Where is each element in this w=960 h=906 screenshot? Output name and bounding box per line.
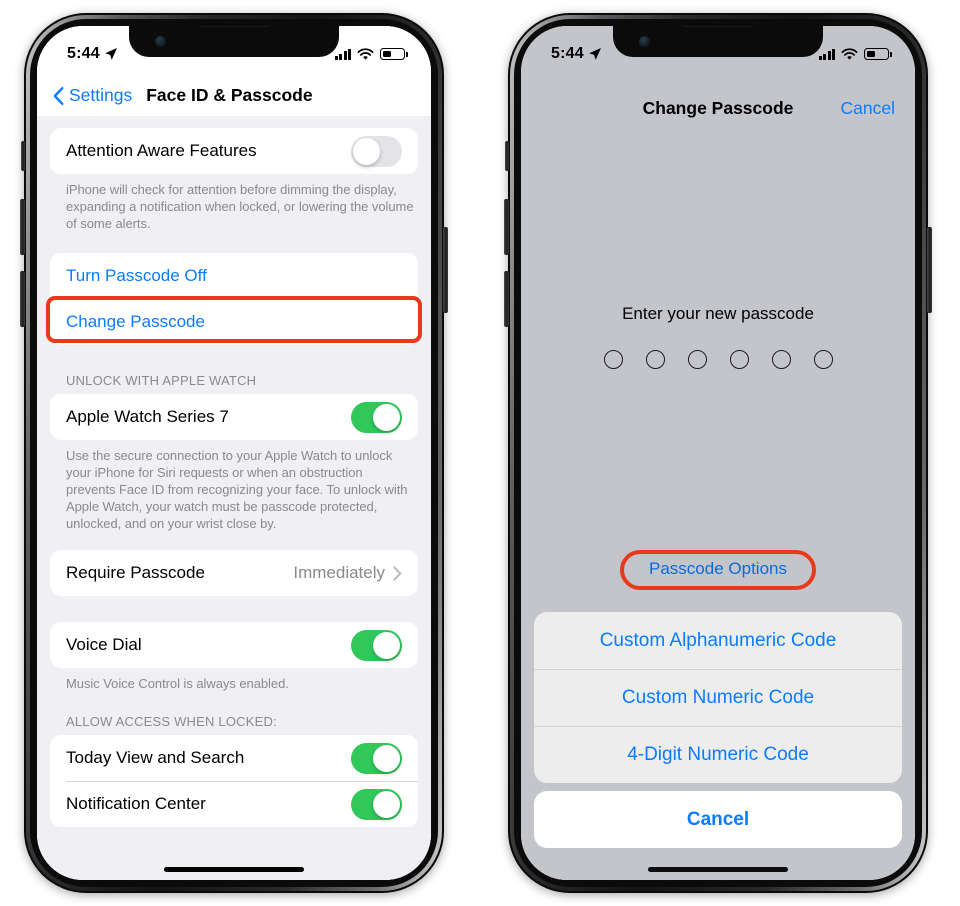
status-time: 5:44 [551,45,584,62]
battery-icon [864,48,892,60]
cellular-bars-icon [818,48,835,60]
silent-switch[interactable] [21,141,25,171]
chevron-right-icon [393,565,402,581]
change-passcode-page: 5:44 Change Passcode Cancel Enter your n… [521,26,915,880]
row-require-passcode[interactable]: Require Passcode Immediately [50,550,418,596]
row-label: Require Passcode [66,563,205,582]
earpiece-speaker-icon [197,26,271,27]
volume-down-button[interactable] [20,271,25,327]
status-indicators [334,47,408,61]
screenshot-stage: 5:44 Settings Face ID & Passcode Attenti… [0,0,960,906]
volume-up-button[interactable] [504,199,509,255]
left-screen: 5:44 Settings Face ID & Passcode Attenti… [37,26,431,880]
row-label: Voice Dial [66,635,142,654]
group-allow-access: Today View and Search Notification Cente… [50,735,418,827]
notch [613,26,823,57]
section-header-unlock-apple-watch: UNLOCK WITH APPLE WATCH [66,373,257,388]
passcode-prompt: Enter your new passcode [622,304,814,323]
row-change-passcode[interactable]: Change Passcode [50,299,418,345]
passcode-dot [771,350,791,369]
row-voice-dial[interactable]: Voice Dial [50,622,418,668]
passcode-dot [603,350,623,369]
front-camera-icon [155,36,166,47]
footer-voice-dial: Music Voice Control is always enabled. [66,676,289,691]
wifi-icon [841,47,858,60]
cancel-button-nav[interactable]: Cancel [841,98,895,119]
status-time-group: 5:44 [551,45,602,63]
toggle-voice-dial[interactable] [351,629,402,661]
row-attention-aware-features[interactable]: Attention Aware Features [50,128,418,174]
settings-scroll-view[interactable]: Attention Aware Features iPhone will che… [37,116,431,880]
home-indicator[interactable] [164,867,304,872]
home-indicator[interactable] [648,867,788,872]
passcode-dot [729,350,749,369]
back-label: Settings [69,85,133,105]
action-sheet-options: Custom Alphanumeric Code Custom Numeric … [534,612,902,783]
turn-passcode-off-label: Turn Passcode Off [66,266,207,285]
group-attention-aware: Attention Aware Features [50,128,418,174]
group-apple-watch: Apple Watch Series 7 [50,394,418,440]
passcode-dots [521,350,915,369]
status-time-group: 5:44 [67,45,118,63]
passcode-dot [645,350,665,369]
volume-down-button[interactable] [504,271,509,327]
location-arrow-icon [589,48,601,60]
earpiece-speaker-icon [681,26,755,27]
row-label: Today View and Search [66,748,245,767]
require-passcode-value: Immediately [293,563,385,582]
location-arrow-icon [105,48,117,60]
footer-attention-aware: iPhone will check for attention before d… [66,182,414,231]
row-apple-watch-series-7[interactable]: Apple Watch Series 7 [50,394,418,440]
toggle-attention-aware-features[interactable] [351,135,402,167]
volume-up-button[interactable] [20,199,25,255]
iphone-right-change-passcode: 5:44 Change Passcode Cancel Enter your n… [504,13,932,893]
passcode-options-button[interactable]: Passcode Options [521,559,915,579]
status-indicators [818,47,892,61]
group-require-passcode: Require Passcode Immediately [50,550,418,596]
toggle-today-view-and-search[interactable] [351,742,402,774]
battery-icon [380,48,408,60]
toggle-notification-center[interactable] [351,788,402,820]
change-passcode-label: Change Passcode [66,312,205,331]
status-time: 5:44 [67,45,100,62]
cellular-bars-icon [334,48,351,60]
option-custom-alphanumeric-code[interactable]: Custom Alphanumeric Code [534,612,902,669]
settings-page: 5:44 Settings Face ID & Passcode Attenti… [37,26,431,880]
row-turn-passcode-off[interactable]: Turn Passcode Off [50,253,418,299]
footer-apple-watch: Use the secure connection to your Apple … [66,448,408,531]
row-label: Attention Aware Features [66,141,257,160]
change-passcode-nav-bar: Change Passcode Cancel [521,86,915,130]
option-4-digit-numeric-code[interactable]: 4-Digit Numeric Code [534,726,902,783]
passcode-dot [687,350,707,369]
back-to-settings-button[interactable]: Settings [37,85,132,106]
action-sheet-cancel-button[interactable]: Cancel [534,791,902,848]
power-button[interactable] [443,227,448,313]
page-title: Face ID & Passcode [146,85,313,105]
toggle-apple-watch-series-7[interactable] [351,401,402,433]
row-label: Notification Center [66,794,206,813]
wifi-icon [357,47,374,60]
iphone-left-settings: 5:44 Settings Face ID & Passcode Attenti… [20,13,448,893]
row-label: Apple Watch Series 7 [66,407,229,426]
silent-switch[interactable] [505,141,509,171]
right-screen: 5:44 Change Passcode Cancel Enter your n… [521,26,915,880]
row-today-view-and-search[interactable]: Today View and Search [50,735,418,781]
group-voice-dial: Voice Dial [50,622,418,668]
passcode-dot [813,350,833,369]
chevron-left-icon [53,86,64,105]
front-camera-icon [639,36,650,47]
row-notification-center[interactable]: Notification Center [50,781,418,827]
passcode-options-action-sheet: Custom Alphanumeric Code Custom Numeric … [534,612,902,848]
option-custom-numeric-code[interactable]: Custom Numeric Code [534,669,902,726]
group-passcode-actions: Turn Passcode Off Change Passcode [50,253,418,345]
power-button[interactable] [927,227,932,313]
notch [129,26,339,57]
section-header-allow-access-when-locked: ALLOW ACCESS WHEN LOCKED: [66,714,277,729]
